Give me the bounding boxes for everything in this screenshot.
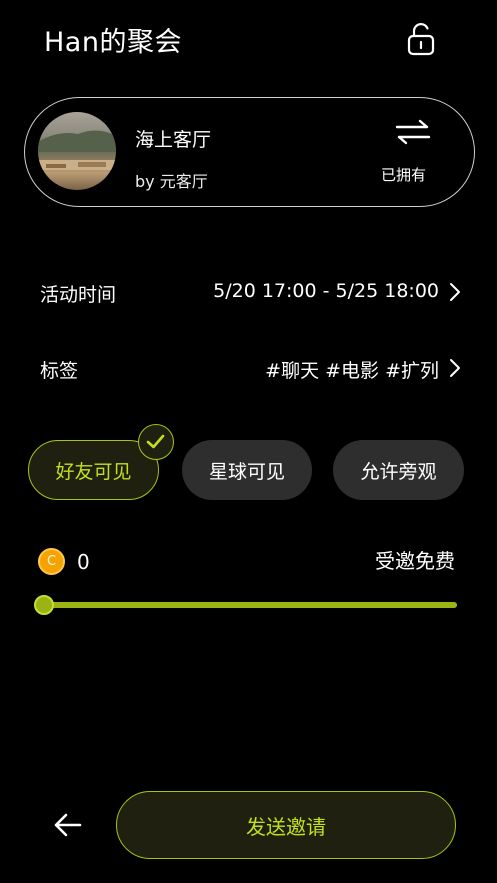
room-avatar [38,112,116,190]
chevron-right-icon [449,282,461,302]
fee-slider-thumb[interactable] [34,595,54,615]
swap-arrows-icon[interactable] [395,118,431,146]
coin-amount: 0 [77,550,90,574]
room-owner: by 元客厅 [135,172,208,191]
unlock-icon[interactable] [404,22,438,56]
activity-time-row[interactable]: 活动时间 5/20 17:00 - 5/25 18:00 [0,270,497,314]
checkmark-icon [138,424,174,460]
room-name: 海上客厅 [135,129,212,151]
tags-value: #聊天 #电影 #扩列 [265,360,439,382]
send-invite-button[interactable]: 发送邀请 [116,791,456,859]
fee-slider-track[interactable] [44,602,457,608]
tags-row[interactable]: 标签 #聊天 #电影 #扩列 [0,346,497,390]
owned-label: 已拥有 [381,166,427,184]
fee-label: 受邀免费 [375,549,455,573]
back-arrow-icon[interactable] [52,810,84,840]
room-card[interactable]: 海上客厅 by 元客厅 已拥有 [24,97,475,207]
fee-slider-fill [44,602,457,608]
activity-time-label: 活动时间 [40,284,117,306]
activity-time-value: 5/20 17:00 - 5/25 18:00 [213,280,439,302]
coin-icon: C [38,548,65,575]
page-title: Han的聚会 [44,27,182,58]
tags-label: 标签 [40,360,79,382]
visibility-option-spectate[interactable]: 允许旁观 [333,440,464,500]
chevron-right-icon [449,358,461,378]
visibility-option-planet[interactable]: 星球可见 [182,440,312,500]
